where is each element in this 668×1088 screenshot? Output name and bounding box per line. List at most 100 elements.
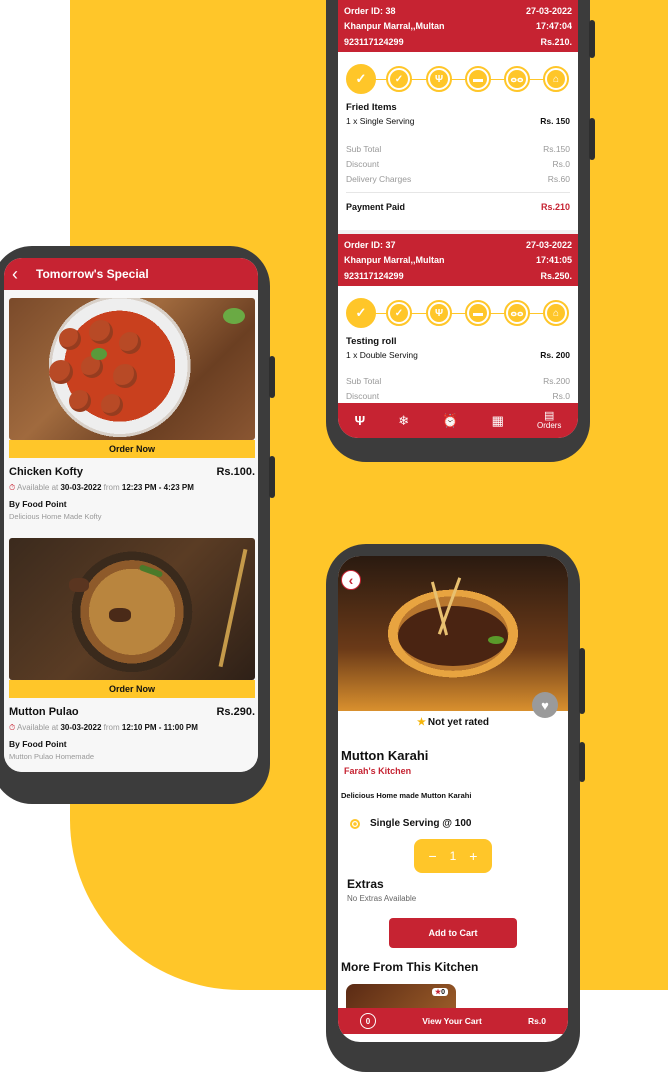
bike-icon: ⴰⴰ <box>504 66 530 92</box>
avail-from: from <box>103 723 120 732</box>
delivery-label: Delivery Charges <box>346 174 412 184</box>
order-id: Order ID: 37 <box>344 239 396 250</box>
calendar-icon[interactable]: ▦ <box>492 413 504 429</box>
subtotal-value: Rs.200 <box>543 376 570 386</box>
extras-text: No Extras Available <box>347 894 417 903</box>
order-card[interactable]: ✓ ✓ Ψ ▬ ⴰⴰ ⌂ Fried Items 1 x Single Serv… <box>338 52 578 230</box>
order-phone: 923117124299 <box>344 36 404 47</box>
delivery-value: Rs.60 <box>547 174 570 184</box>
star-icon: ★ <box>416 717 426 728</box>
order-amount: Rs.250. <box>540 270 572 281</box>
extras-title: Extras <box>347 877 384 891</box>
add-to-cart-button[interactable]: Add to Cart <box>389 918 517 948</box>
order-phone: 923117124299 <box>344 270 404 281</box>
minus-button[interactable]: − <box>428 848 436 864</box>
add-to-cart-label: Add to Cart <box>428 928 478 938</box>
avail-from: from <box>103 483 120 492</box>
avail-time: 12:10 PM - 11:00 PM <box>121 723 198 732</box>
by-kitchen: By Food Point <box>9 739 67 749</box>
serving-label: Single Serving @ 100 <box>370 818 472 829</box>
order-time: 17:41:05 <box>535 255 572 266</box>
view-cart-bar[interactable]: 0 View Your Cart Rs.0 <box>338 1008 568 1034</box>
page-title: Tomorrow's Special <box>36 267 149 281</box>
order-now-label: Order Now <box>108 444 155 454</box>
cart-count-badge: 0 <box>360 1013 376 1029</box>
favorite-button[interactable]: ♥ <box>532 692 558 718</box>
orders-screen: Order ID: 38 27-03-2022 Khanpur Marral,,M… <box>338 0 578 438</box>
order-time: 17:47:04 <box>535 21 572 32</box>
order-id: Order ID: 38 <box>344 5 396 16</box>
subtotal-label: Sub Total <box>346 144 382 154</box>
avail-date: 30-03-2022 <box>60 483 102 492</box>
by-kitchen: By Food Point <box>9 499 67 509</box>
avail-time: 12:23 PM - 4:23 PM <box>121 483 194 492</box>
item-qty: 1 x Double Serving <box>346 350 418 360</box>
order-header: Order ID: 37 27-03-2022 Khanpur Marral,,M… <box>338 234 578 286</box>
mini-rating: 0 <box>441 988 445 996</box>
home-icon: ⌂ <box>543 66 569 92</box>
dish-price: Rs.100. <box>216 466 255 478</box>
home-icon: ⌂ <box>543 300 569 326</box>
serving-option[interactable]: Single Serving @ 100 <box>350 818 471 829</box>
item-name: Testing roll <box>346 336 397 347</box>
item-price: Rs. 200 <box>540 350 570 360</box>
order-tracker: ✓ ✓ Ψ ▬ ⴰⴰ ⌂ <box>346 64 570 94</box>
avail-prefix: Available at <box>17 723 59 732</box>
back-arrow-icon[interactable]: ‹ <box>12 264 18 285</box>
order-tracker: ✓ ✓ Ψ ▬ ⴰⴰ ⌂ <box>346 298 570 328</box>
dish-name: Mutton Karahi <box>341 748 429 763</box>
cutlery-icon[interactable]: Ψ <box>355 413 366 428</box>
back-arrow-icon: ‹ <box>348 572 354 588</box>
snowflake-icon[interactable]: ❄ <box>398 413 409 429</box>
plus-button[interactable]: + <box>469 848 477 864</box>
bike-icon: ⴰⴰ <box>504 300 530 326</box>
bottom-nav: Ψ ❄ ⏰ ▦ ▤ Orders <box>338 403 578 438</box>
cutlery-icon: Ψ <box>426 300 452 326</box>
phone-special: ‹ Tomorrow's Special Order Now Chicken K… <box>0 246 275 804</box>
alarm-icon[interactable]: ⏰ <box>442 413 458 429</box>
paid-value: Rs.210 <box>540 202 570 212</box>
avail-date: 30-03-2022 <box>60 723 102 732</box>
timer-icon: ⏱ <box>9 483 16 492</box>
view-cart-label: View Your Cart <box>422 1016 482 1026</box>
order-now-button[interactable]: Order Now <box>9 680 255 698</box>
order-card[interactable]: ✓ ✓ Ψ ▬ ⴰⴰ ⌂ Testing roll 1 x Double Ser… <box>338 286 578 406</box>
heart-icon: ♥ <box>541 697 549 713</box>
order-amount: Rs.210. <box>540 36 572 47</box>
item-price: Rs. 150 <box>540 116 570 126</box>
food-image <box>338 556 568 711</box>
order-now-label: Order Now <box>108 684 155 694</box>
nav-orders-label: Orders <box>536 421 562 431</box>
dish-desc: Delicious Home Made Kofty <box>9 512 102 521</box>
special-screen: ‹ Tomorrow's Special Order Now Chicken K… <box>4 258 258 772</box>
special-header: ‹ Tomorrow's Special <box>4 258 258 290</box>
item-qty: 1 x Single Serving <box>346 116 415 126</box>
order-now-button[interactable]: Order Now <box>9 440 255 458</box>
subtotal-label: Sub Total <box>346 376 382 386</box>
radio-selected-icon <box>350 818 360 829</box>
food-image[interactable] <box>9 298 255 440</box>
kitchen-name[interactable]: Farah's Kitchen <box>344 766 411 776</box>
discount-label: Discount <box>346 391 380 401</box>
discount-value: Rs.0 <box>552 391 570 401</box>
order-address: Khanpur Marral,,Multan <box>344 255 445 266</box>
dish-name: Mutton Pulao <box>9 706 79 718</box>
back-button[interactable]: ‹ <box>341 570 361 590</box>
timer-icon: ⏱ <box>9 723 16 732</box>
nav-orders[interactable]: ▤ Orders <box>537 410 561 431</box>
subtotal-value: Rs.150 <box>543 144 570 154</box>
quantity-value: 1 <box>449 849 457 863</box>
special-list[interactable]: Order Now Chicken Kofty Rs.100. ⏱ Availa… <box>4 290 258 772</box>
double-check-icon: ✓ <box>386 66 412 92</box>
double-check-icon: ✓ <box>386 300 412 326</box>
discount-label: Discount <box>346 159 380 169</box>
avail-prefix: Available at <box>17 483 59 492</box>
detail-screen: ‹ ♥ ★ Not yet rated Mutton Karahi Farah'… <box>338 556 568 1042</box>
dish-name: Chicken Kofty <box>9 466 83 478</box>
order-header: Order ID: 38 27-03-2022 Khanpur Marral,,M… <box>338 0 578 52</box>
phone-detail: ‹ ♥ ★ Not yet rated Mutton Karahi Farah'… <box>326 544 585 1072</box>
food-image[interactable] <box>9 538 255 680</box>
box-icon: ▬ <box>465 66 491 92</box>
quantity-stepper: − 1 + <box>414 839 492 873</box>
dish-price: Rs.290. <box>216 706 255 718</box>
